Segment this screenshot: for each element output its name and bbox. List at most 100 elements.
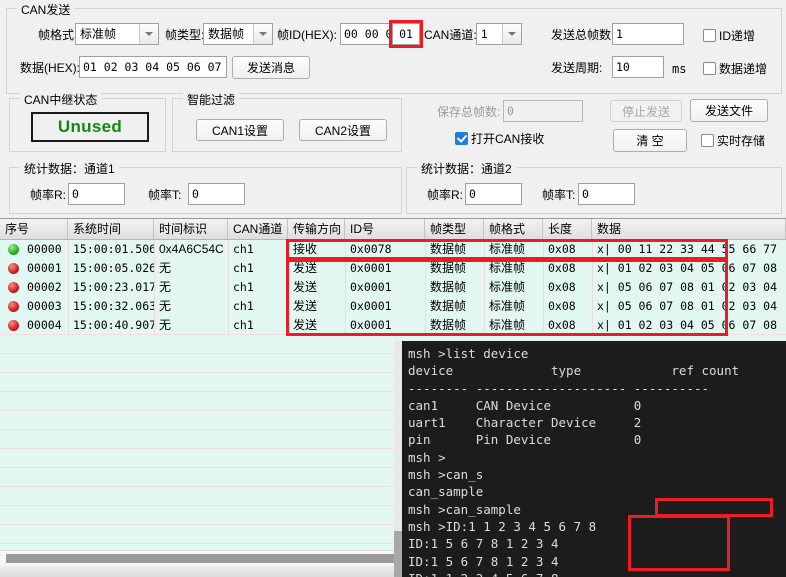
cell-divider [345,297,346,316]
table-header-cell[interactable]: 帧类型 [425,219,484,239]
status-dot-send-icon [8,282,19,293]
table-header-cell[interactable]: 帧格式 [484,219,543,239]
table-header-cell[interactable]: 长度 [543,219,592,239]
terminal-line: ID:1 5 6 7 8 1 2 3 4 [408,553,559,569]
cell-divider [68,297,69,316]
chevron-down-icon[interactable] [139,24,158,44]
frame-format-value: 标准帧 [80,27,117,41]
table-row[interactable]: 00002 15:00:23.017 无 ch1 发送 0x0001 数据帧 标准帧 0x08 x… [0,278,786,297]
terminal-line: msh >can_s [408,467,484,483]
ch2-frame-rate-t-input[interactable]: 0 [578,183,635,205]
realtime-store-checkbox[interactable]: 实时存储 [701,132,765,149]
frame-id-label: 帧ID(HEX): [277,28,338,42]
table-cell-direction: 发送 [293,261,318,275]
checkbox-box[interactable] [701,134,714,147]
table-cell-frame-type: 数据帧 [430,242,467,256]
terminal-line: uart1 Character Device 2 [408,415,642,431]
frame-format-select[interactable]: 标准帧 [75,23,159,45]
table-cell-frame-format: 标准帧 [489,299,526,313]
table-header-cell[interactable]: 系统时间 [68,219,154,239]
can-channel-select[interactable]: 1 [476,23,522,45]
checkbox-box[interactable] [455,132,468,145]
cell-divider [68,240,69,259]
terminal-line: msh >list device [408,346,529,361]
scrollbar-thumb[interactable] [394,531,402,577]
table-cell-channel: ch1 [233,261,254,275]
table-header-cell[interactable]: 时间标识 [154,219,228,239]
table-row[interactable]: 00001 15:00:05.026 无 ch1 发送 0x0001 数据帧 标准帧 0x08 x… [0,259,786,278]
stats-ch2-title: 统计数据：通道2 [417,160,516,177]
table-cell-id: 0x0001 [350,318,392,332]
table-header-cell[interactable]: ID号 [345,219,425,239]
cell-divider [154,240,155,259]
total-frames-input[interactable]: 1 [612,23,684,45]
send-period-input[interactable]: 10 [612,56,664,78]
table-cell-length: 0x08 [548,318,576,332]
saved-frames-input: 0 [503,100,583,122]
table-header-cell[interactable]: 序号 [0,219,68,239]
frame-type-value: 数据帧 [208,27,245,41]
can1-settings-button[interactable]: CAN1设置 [196,119,284,141]
terminal-line: can_sample [408,484,484,500]
checkbox-box[interactable] [703,62,716,75]
send-file-button[interactable]: 发送文件 [690,99,768,122]
clear-button[interactable]: 清 空 [613,129,687,152]
send-period-label: 发送周期: [551,61,603,75]
table-cell-id: 0x0001 [350,261,392,275]
table-row[interactable]: 00003 15:00:32.063 无 ch1 发送 0x0001 数据帧 标准帧 0x08 x… [0,297,786,316]
table-cell-index: 00001 [27,261,62,275]
open-can-receive-checkbox[interactable]: 打开CAN接收 [455,130,544,147]
chevron-down-icon[interactable] [502,24,521,44]
ch1-frame-rate-t-input[interactable]: 0 [188,183,245,205]
table-cell-channel: ch1 [233,242,254,256]
frame-id-last-byte-input[interactable]: 01 [392,23,420,45]
table-cell-system-time: 15:00:05.026 [73,261,154,275]
status-dot-send-icon [8,301,19,312]
ch2-frame-rate-t-label: 帧率T: [542,188,576,202]
table-header-cell[interactable]: 传输方向 [288,219,345,239]
can2-settings-button[interactable]: CAN2设置 [299,119,387,141]
table-cell-channel: ch1 [233,299,254,313]
table-cell-frame-type: 数据帧 [430,261,467,275]
saved-frames-label: 保存总帧数: [437,105,501,119]
cell-divider [592,278,593,297]
table-cell-system-time: 15:00:40.907 [73,318,154,332]
data-increment-checkbox[interactable]: 数据递增 [703,60,767,77]
table-header-cell[interactable]: 数据 [592,219,786,239]
table-cell-index: 00003 [27,299,62,313]
cell-divider [154,259,155,278]
table-row[interactable]: 00004 15:00:40.907 无 ch1 发送 0x0001 数据帧 标准帧 0x08 x… [0,316,786,335]
table-header-cell[interactable]: CAN通道 [228,219,288,239]
table-cell-direction: 接收 [293,242,318,256]
terminal-line: can1 CAN Device 0 [408,397,642,413]
cell-divider [543,297,544,316]
can-channel-value: 1 [481,27,488,41]
cell-divider [68,278,69,297]
terminal-scrollbar[interactable] [394,341,402,577]
table-cell-direction: 发送 [293,318,318,332]
id-increment-checkbox[interactable]: ID递增 [703,27,755,44]
chevron-down-icon[interactable] [253,24,272,44]
checkbox-box[interactable] [703,29,716,42]
terminal-line: msh > [408,449,446,465]
frame-type-select[interactable]: 数据帧 [203,23,273,45]
frame-type-label: 帧类型: [165,28,205,42]
terminal-line: pin Pin Device 0 [408,432,642,448]
can-relay-title: CAN中继状态 [20,91,102,108]
cell-divider [68,259,69,278]
table-cell-time-id: 无 [159,280,172,294]
realtime-store-label: 实时存储 [717,134,766,148]
send-message-button[interactable]: 发送消息 [232,56,310,79]
stop-send-button[interactable]: 停止发送 [610,100,682,122]
table-row[interactable]: 00000 15:00:01.506 0x4A6C54C ch1 接收 0x0078 数据帧… [0,240,786,259]
cell-divider [484,316,485,335]
table-cell-time-id: 无 [159,299,172,313]
status-dot-receive-icon [8,244,19,255]
data-hex-input[interactable]: 01 02 03 04 05 06 07 08 [79,56,227,78]
ch2-frame-rate-r-input[interactable]: 0 [465,183,522,205]
cell-divider [592,240,593,259]
terminal-line: ID:1 1 2 3 4 5 6 7 8 [408,570,786,577]
terminal-line: -------- -------------------- ---------- [408,380,710,396]
ch1-frame-rate-r-input[interactable]: 0 [68,183,125,205]
terminal-console[interactable]: msh >list device device type ref count ---… [402,341,786,577]
